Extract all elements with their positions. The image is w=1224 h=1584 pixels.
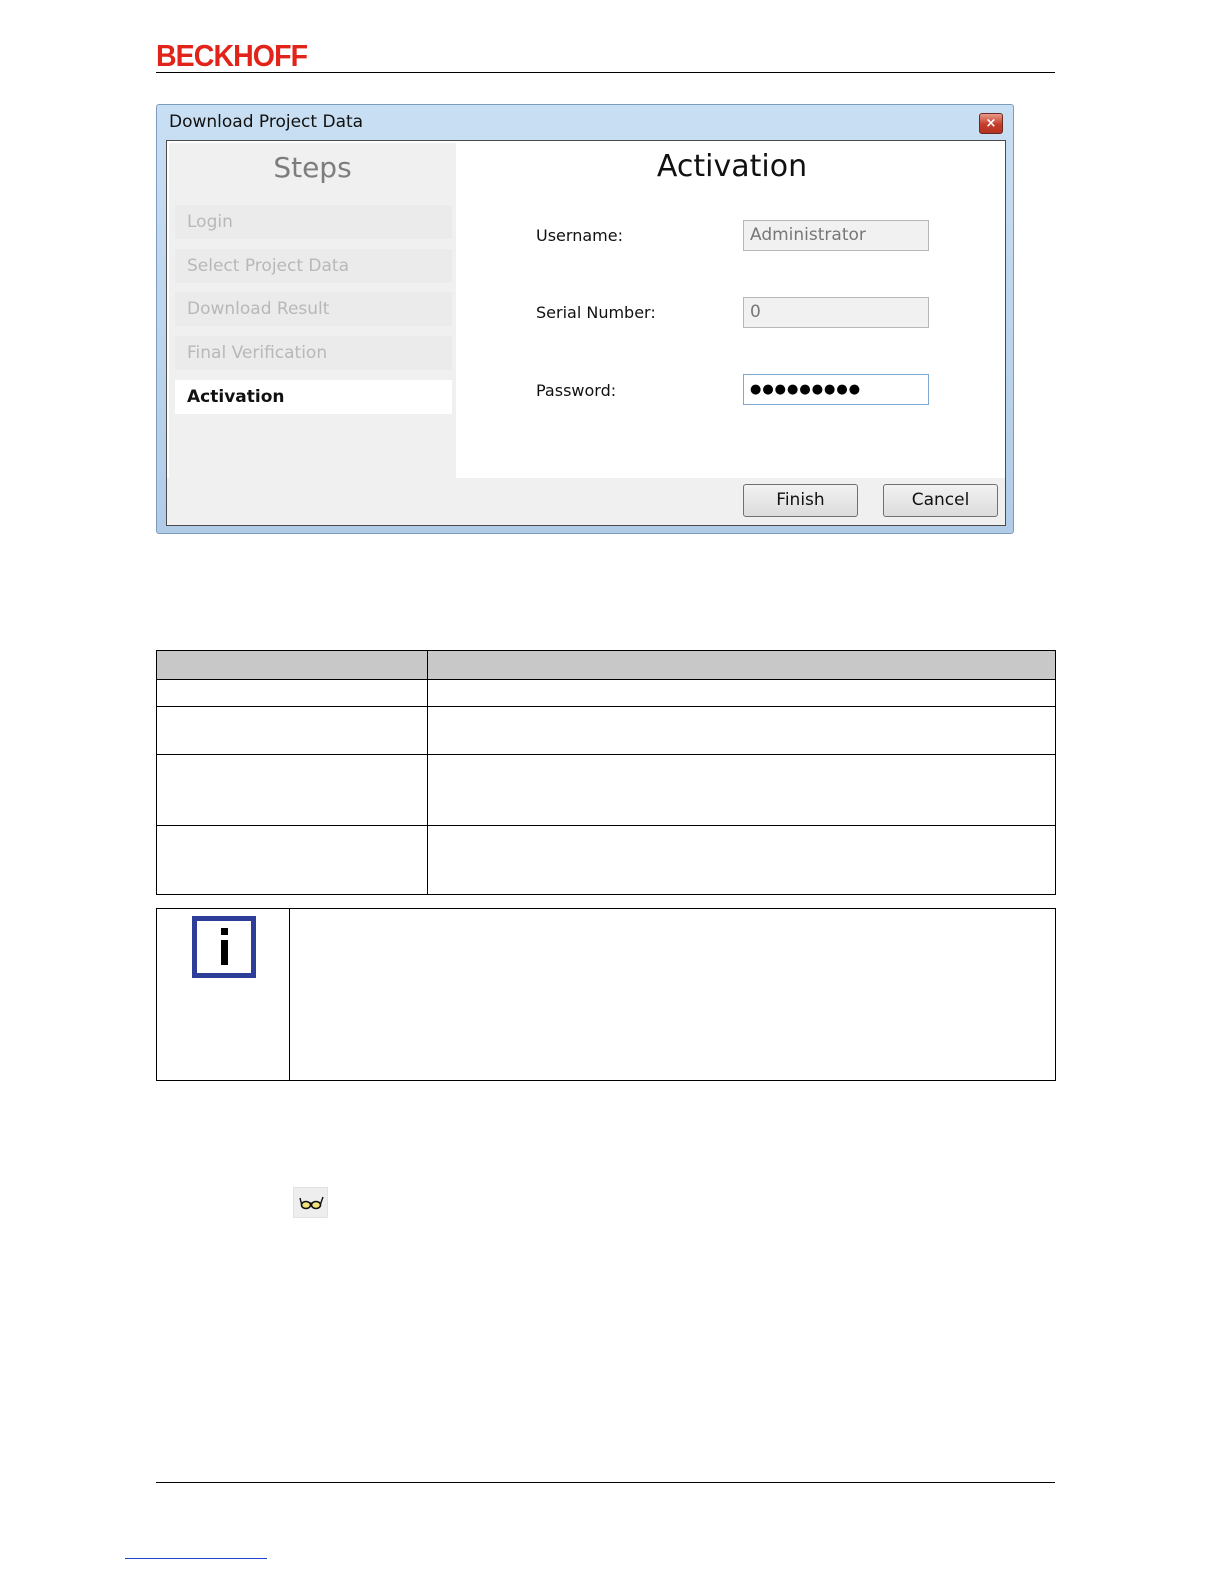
password-field[interactable]: ●●●●●●●●● <box>743 374 929 405</box>
table-header-row <box>156 650 1056 680</box>
dialog-title: Download Project Data <box>169 112 364 132</box>
dialog-client-area: Steps Login Select Project Data Download… <box>166 140 1006 526</box>
step-download-result: Download Result <box>175 292 452 326</box>
cancel-button[interactable]: Cancel <box>883 484 998 517</box>
info-icon-stem <box>221 940 228 965</box>
table-header-cell <box>156 650 428 680</box>
password-label: Password: <box>536 381 617 400</box>
step-login: Login <box>175 205 452 239</box>
parameter-table <box>156 650 1056 895</box>
table-cell <box>156 754 428 826</box>
username-label: Username: <box>536 226 623 245</box>
table-cell <box>427 825 1056 895</box>
table-cell <box>427 754 1056 826</box>
table-row <box>156 679 1056 707</box>
table-cell <box>427 706 1056 755</box>
info-icon <box>192 916 256 978</box>
step-select-project-data: Select Project Data <box>175 249 452 283</box>
serial-number-label: Serial Number: <box>536 303 656 322</box>
header-rule <box>156 72 1055 73</box>
footer-link-underline[interactable] <box>125 1558 267 1559</box>
table-row <box>156 754 1056 826</box>
steps-panel: Steps Login Select Project Data Download… <box>169 143 456 478</box>
step-final-verification: Final Verification <box>175 336 452 370</box>
steps-title: Steps <box>273 151 352 184</box>
table-row <box>156 825 1056 895</box>
table-cell <box>427 679 1056 707</box>
footer-rule <box>156 1482 1055 1483</box>
username-field[interactable]: Administrator <box>743 220 929 251</box>
info-icon-dot <box>221 928 228 935</box>
beckhoff-logo: BECKHOFF <box>156 38 308 73</box>
table-row <box>156 706 1056 755</box>
glasses-icon <box>293 1187 328 1218</box>
download-project-data-dialog: Download Project Data × Steps Login Sele… <box>156 104 1014 534</box>
table-cell <box>156 706 428 755</box>
finish-button[interactable]: Finish <box>743 484 858 517</box>
step-activation: Activation <box>175 380 452 414</box>
table-cell <box>156 825 428 895</box>
note-box <box>156 908 1056 1081</box>
dialog-button-bar <box>167 478 1005 525</box>
serial-number-field[interactable]: 0 <box>743 297 929 328</box>
table-header-cell <box>427 650 1056 680</box>
close-button[interactable]: × <box>979 113 1003 134</box>
table-cell <box>156 679 428 707</box>
form-title: Activation <box>656 149 808 184</box>
note-separator <box>289 909 290 1080</box>
